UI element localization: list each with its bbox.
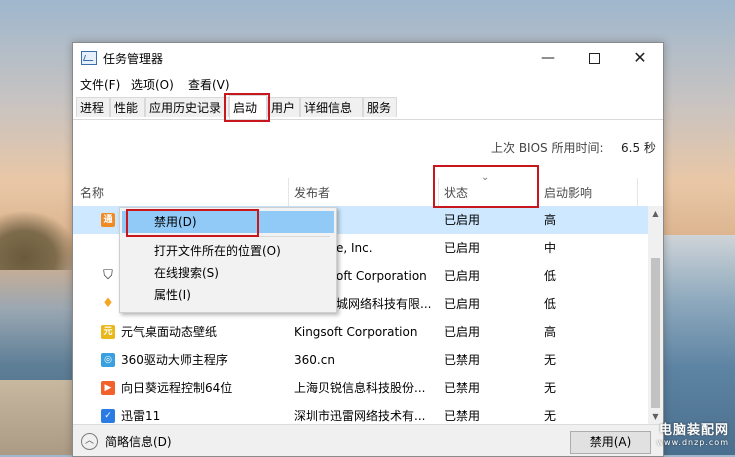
row-status: 已禁用	[444, 381, 481, 395]
title-bar[interactable]: 任务管理器 — ✕	[73, 43, 663, 73]
row-impact: 低	[544, 269, 557, 283]
context-menu: 禁用(D) 打开文件所在的位置(O) 在线搜索(S) 属性(I)	[119, 207, 337, 313]
row-status: 已启用	[444, 241, 481, 255]
menu-options[interactable]: 选项(O)	[131, 76, 174, 93]
shield-icon: ⛉	[103, 268, 113, 283]
row-publisher: e, Inc.	[336, 241, 373, 255]
column-impact[interactable]: 启动影响	[544, 184, 592, 201]
disable-button[interactable]: 禁用(A)	[570, 431, 651, 454]
row-name: 迅雷11	[121, 409, 161, 423]
watermark: 电脑装配网 www.dnzp.com	[657, 419, 730, 447]
chevron-up-circle-icon[interactable]: ︿	[81, 433, 98, 450]
tab-bar: 进程 性能 应用历史记录 启动 用户 详细信息 服务	[73, 95, 663, 120]
row-name: 向日葵远程控制64位	[121, 381, 233, 395]
column-divider[interactable]	[438, 178, 439, 206]
thunder-icon: ✓	[101, 409, 115, 423]
close-button[interactable]: ✕	[617, 43, 663, 73]
table-row[interactable]: ◎ 360驱动大师主程序 360.cn 已禁用 无	[73, 346, 648, 374]
tab-details[interactable]: 详细信息	[300, 97, 363, 117]
tab-app-history[interactable]: 应用历史记录	[145, 97, 229, 117]
bios-time-value: 6.5 秒	[621, 141, 656, 155]
row-status: 已启用	[444, 269, 481, 283]
vertical-scrollbar[interactable]: ▲ ▼	[648, 206, 663, 424]
window-title: 任务管理器	[103, 52, 164, 66]
row-publisher: 城网络科技有限...	[336, 297, 432, 311]
row-impact: 低	[544, 297, 557, 311]
fewer-details-link[interactable]: 简略信息(D)	[105, 433, 172, 450]
menu-file[interactable]: 文件(F)	[80, 76, 120, 93]
table-row[interactable]: ▶ 向日葵远程控制64位 上海贝锐信息科技股份... 已禁用 无	[73, 374, 648, 402]
menu-separator	[150, 236, 330, 237]
row-impact: 无	[544, 381, 557, 395]
ctx-open-file-location[interactable]: 打开文件所在的位置(O)	[122, 240, 334, 262]
desktop-hill	[0, 210, 80, 270]
row-status: 已启用	[444, 325, 481, 339]
row-status: 已禁用	[444, 353, 481, 367]
table-row[interactable]: ✓ 迅雷11 深圳市迅雷网络技术有... 已禁用 无	[73, 402, 648, 424]
bios-time-label: 上次 BIOS 所用时间:	[491, 141, 604, 155]
desktop-beach	[0, 380, 72, 455]
driver-master-icon: ◎	[101, 353, 115, 367]
app-orange-icon: 通	[101, 213, 115, 227]
wallpaper-app-icon: 元	[101, 325, 115, 339]
row-status: 已启用	[444, 213, 481, 227]
row-name: 元气桌面动态壁纸	[121, 325, 218, 339]
ctx-properties[interactable]: 属性(I)	[122, 284, 334, 306]
column-divider[interactable]	[288, 178, 289, 206]
maximize-button[interactable]	[571, 43, 617, 73]
row-publisher: 上海贝锐信息科技股份...	[294, 381, 426, 395]
minimize-button[interactable]: —	[525, 43, 571, 73]
row-impact: 高	[544, 213, 557, 227]
watermark-main: 电脑装配网	[658, 423, 729, 438]
row-impact: 无	[544, 409, 557, 423]
tab-startup[interactable]: 启动	[229, 95, 267, 119]
row-publisher: 深圳市迅雷网络技术有...	[294, 409, 426, 423]
sunflower-icon: ▶	[101, 381, 115, 395]
row-status: 已禁用	[444, 409, 481, 423]
footer-bar: ︿ 简略信息(D) 禁用(A)	[73, 424, 663, 456]
ctx-search-online[interactable]: 在线搜索(S)	[122, 262, 334, 284]
column-publisher[interactable]: 发布者	[294, 184, 330, 201]
row-name: 360驱动大师主程序	[121, 353, 228, 367]
row-impact: 无	[544, 353, 557, 367]
task-manager-icon	[81, 51, 97, 65]
tab-performance[interactable]: 性能	[110, 97, 145, 117]
scroll-up-arrow-icon[interactable]: ▲	[648, 206, 663, 221]
table-header: 名称 发布者 状态 启动影响	[73, 178, 648, 206]
row-status: 已启用	[444, 297, 481, 311]
maximize-icon	[588, 52, 600, 64]
menu-view[interactable]: 查看(V)	[188, 76, 230, 93]
menu-bar: 文件(F) 选项(O) 查看(V)	[73, 73, 663, 95]
row-publisher: oft Corporation	[336, 269, 427, 283]
tab-users[interactable]: 用户	[267, 97, 300, 117]
row-impact: 高	[544, 325, 557, 339]
tab-processes[interactable]: 进程	[76, 97, 110, 117]
column-divider[interactable]	[637, 178, 638, 206]
scroll-thumb[interactable]	[651, 258, 660, 408]
row-publisher: 360.cn	[294, 353, 335, 367]
table-row[interactable]: 元 元气桌面动态壁纸 Kingsoft Corporation 已启用 高	[73, 318, 648, 346]
row-publisher: Kingsoft Corporation	[294, 325, 418, 339]
watermark-url: www.dnzp.com	[656, 438, 729, 447]
column-name[interactable]: 名称	[80, 184, 104, 201]
row-impact: 中	[544, 241, 557, 255]
flame-icon: ♦	[102, 296, 114, 311]
column-status[interactable]: 状态	[444, 184, 468, 201]
ctx-disable[interactable]: 禁用(D)	[122, 211, 334, 233]
column-divider[interactable]	[538, 178, 539, 206]
tab-services[interactable]: 服务	[363, 97, 397, 117]
